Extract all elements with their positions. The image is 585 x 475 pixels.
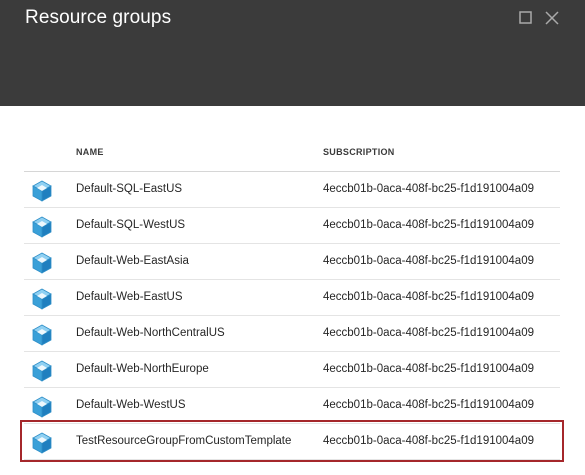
row-subscription: 4eccb01b-0aca-408f-bc25-f1d191004a09: [323, 435, 534, 447]
row-subscription: 4eccb01b-0aca-408f-bc25-f1d191004a09: [323, 219, 534, 231]
resource-group-cube-icon: [31, 288, 53, 310]
table-row[interactable]: Default-Web-NorthEurope 4eccb01b-0aca-40…: [24, 352, 560, 388]
row-name[interactable]: TestResourceGroupFromCustomTemplate: [76, 435, 291, 447]
column-header-name[interactable]: NAME: [76, 147, 104, 157]
resource-group-cube-icon: [31, 360, 53, 382]
table-row[interactable]: Default-Web-EastUS 4eccb01b-0aca-408f-bc…: [24, 280, 560, 316]
close-icon[interactable]: [544, 10, 560, 26]
resource-group-cube-icon: [31, 396, 53, 418]
row-subscription: 4eccb01b-0aca-408f-bc25-f1d191004a09: [323, 291, 534, 303]
resource-group-cube-icon: [31, 180, 53, 202]
row-name[interactable]: Default-Web-NorthCentralUS: [76, 327, 225, 339]
table-row[interactable]: TestResourceGroupFromCustomTemplate 4ecc…: [24, 424, 560, 460]
row-subscription: 4eccb01b-0aca-408f-bc25-f1d191004a09: [323, 255, 534, 267]
row-name[interactable]: Default-SQL-EastUS: [76, 183, 182, 195]
row-subscription: 4eccb01b-0aca-408f-bc25-f1d191004a09: [323, 399, 534, 411]
table-row[interactable]: Default-SQL-EastUS 4eccb01b-0aca-408f-bc…: [24, 172, 560, 208]
table-row[interactable]: Default-Web-EastAsia 4eccb01b-0aca-408f-…: [24, 244, 560, 280]
row-name[interactable]: Default-Web-WestUS: [76, 399, 186, 411]
table-header: NAME SUBSCRIPTION: [24, 134, 560, 172]
resource-groups-table: NAME SUBSCRIPTION Default-SQL-EastUS 4ec…: [24, 134, 560, 460]
row-subscription: 4eccb01b-0aca-408f-bc25-f1d191004a09: [323, 183, 534, 195]
row-name[interactable]: Default-Web-EastUS: [76, 291, 183, 303]
row-name[interactable]: Default-Web-EastAsia: [76, 255, 189, 267]
row-subscription: 4eccb01b-0aca-408f-bc25-f1d191004a09: [323, 327, 534, 339]
resource-group-cube-icon: [31, 432, 53, 454]
resource-group-cube-icon: [31, 252, 53, 274]
row-name[interactable]: Default-SQL-WestUS: [76, 219, 185, 231]
resource-group-cube-icon: [31, 324, 53, 346]
table-row[interactable]: Default-Web-NorthCentralUS 4eccb01b-0aca…: [24, 316, 560, 352]
column-header-subscription[interactable]: SUBSCRIPTION: [323, 147, 395, 157]
maximize-icon[interactable]: [518, 10, 534, 26]
table-row[interactable]: Default-SQL-WestUS 4eccb01b-0aca-408f-bc…: [24, 208, 560, 244]
table-body: Default-SQL-EastUS 4eccb01b-0aca-408f-bc…: [24, 172, 560, 460]
row-subscription: 4eccb01b-0aca-408f-bc25-f1d191004a09: [323, 363, 534, 375]
table-row[interactable]: Default-Web-WestUS 4eccb01b-0aca-408f-bc…: [24, 388, 560, 424]
blade-title: Resource groups: [25, 7, 172, 28]
blade-header: Resource groups: [0, 0, 585, 106]
resource-group-cube-icon: [31, 216, 53, 238]
row-name[interactable]: Default-Web-NorthEurope: [76, 363, 209, 375]
